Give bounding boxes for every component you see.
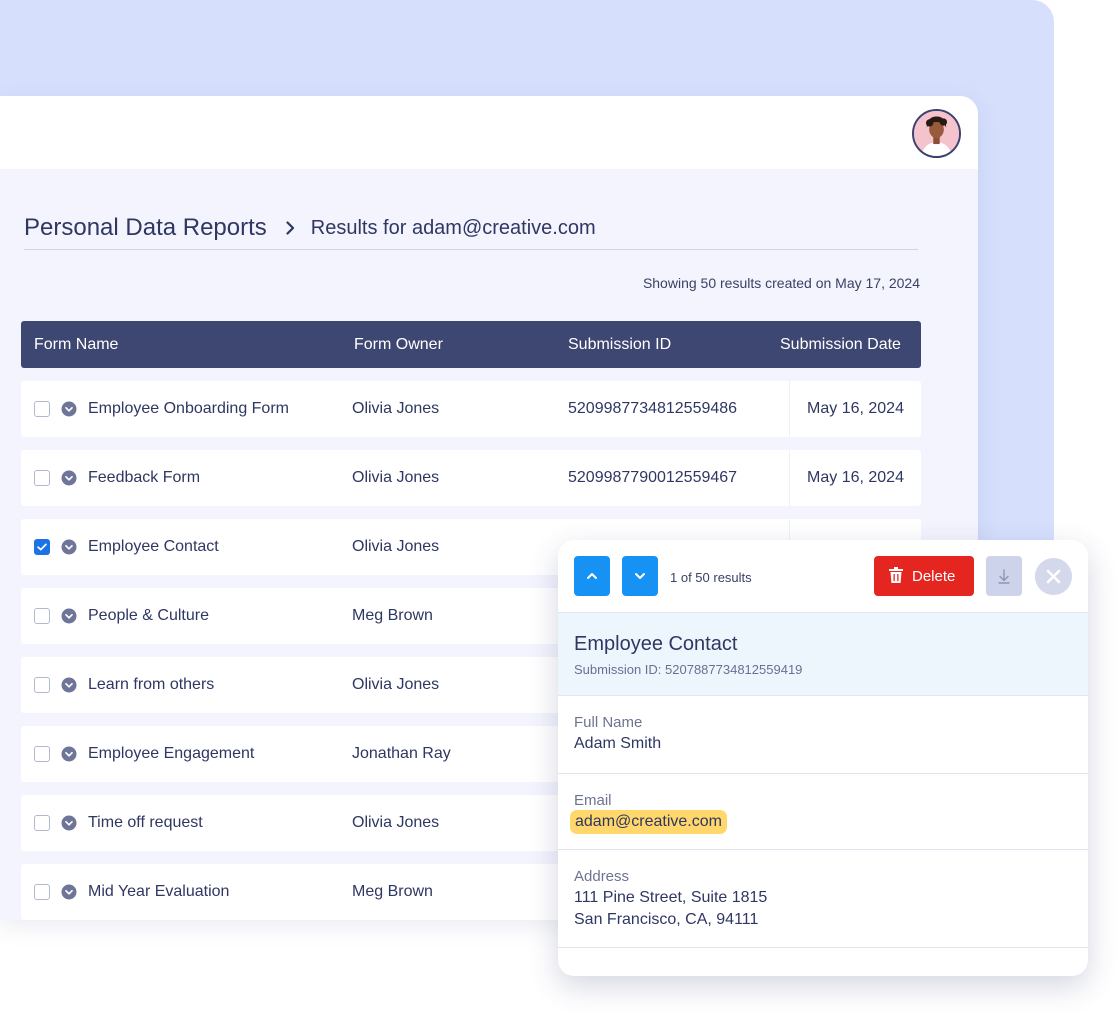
row-form-name: People & Culture xyxy=(88,607,209,624)
detail-submission-id: Submission ID: 5207887734812559419 xyxy=(574,662,803,677)
header-submission-date[interactable]: Submission Date xyxy=(780,336,901,354)
field-full-name: Full Name Adam Smith xyxy=(558,696,1088,774)
download-button[interactable] xyxy=(986,556,1022,596)
close-icon xyxy=(1046,569,1061,584)
row-form-name: Employee Onboarding Form xyxy=(88,400,289,417)
breadcrumb: Personal Data Reports Results for adam@c… xyxy=(24,214,596,242)
address-line-2: San Francisco, CA, 94111 xyxy=(574,911,759,928)
download-icon xyxy=(998,569,1010,584)
table-row[interactable]: Feedback Form Olivia Jones 520998779001255… xyxy=(21,450,921,506)
row-form-name: Time off request xyxy=(88,814,203,831)
avatar-portrait-icon xyxy=(914,111,959,156)
row-checkbox[interactable] xyxy=(34,746,50,762)
row-checkbox[interactable] xyxy=(34,815,50,831)
chevron-down-circle-icon[interactable] xyxy=(61,608,77,624)
row-form-owner: Olivia Jones xyxy=(352,538,440,555)
row-form-name: Employee Engagement xyxy=(88,745,255,762)
email-highlight: adam@creative.com xyxy=(570,810,727,834)
results-counter: 1 of 50 results xyxy=(670,570,752,585)
row-form-owner: Olivia Jones xyxy=(352,814,440,831)
row-checkbox[interactable] xyxy=(34,470,50,486)
app-header xyxy=(0,96,978,169)
header-form-name[interactable]: Form Name xyxy=(34,336,118,354)
row-form-name: Mid Year Evaluation xyxy=(88,883,230,900)
row-form-owner: Olivia Jones xyxy=(352,469,440,486)
field-value: Adam Smith xyxy=(574,735,662,752)
row-form-owner: Olivia Jones xyxy=(352,676,440,693)
row-submission-date: May 16, 2024 xyxy=(789,381,921,437)
row-submission-id: 5209987790012559467 xyxy=(568,469,738,486)
row-form-owner: Meg Brown xyxy=(352,883,433,900)
delete-button-label: Delete xyxy=(912,568,956,585)
previous-result-button[interactable] xyxy=(574,556,610,596)
detail-form-title: Employee Contact xyxy=(574,633,738,655)
close-button[interactable] xyxy=(1035,558,1072,595)
submission-detail-panel: 1 of 50 results Delete Employee Contact … xyxy=(558,540,1088,976)
field-label: Full Name xyxy=(574,714,643,731)
trash-icon xyxy=(889,567,903,583)
checkmark-icon xyxy=(37,543,47,551)
chevron-up-icon xyxy=(587,573,597,579)
chevron-down-circle-icon[interactable] xyxy=(61,470,77,486)
row-form-owner: Jonathan Ray xyxy=(352,745,451,762)
chevron-down-circle-icon[interactable] xyxy=(61,746,77,762)
chevron-down-icon xyxy=(635,573,645,579)
field-label: Address xyxy=(574,868,630,885)
breadcrumb-current: Results for adam@creative.com xyxy=(310,216,596,239)
field-address: Address 111 Pine Street, Suite 1815 San … xyxy=(558,850,1088,948)
row-submission-id: 5209987734812559486 xyxy=(568,400,738,417)
row-form-name: Learn from others xyxy=(88,676,215,693)
detail-title-section: Employee Contact Submission ID: 52078877… xyxy=(558,613,1088,696)
table-row[interactable]: Employee Onboarding Form Olivia Jones 5209… xyxy=(21,381,921,437)
chevron-down-circle-icon[interactable] xyxy=(61,677,77,693)
row-checkbox[interactable] xyxy=(34,884,50,900)
breadcrumb-root[interactable]: Personal Data Reports xyxy=(24,214,267,242)
chevron-down-circle-icon[interactable] xyxy=(61,401,77,417)
field-email: Email adam@creative.com xyxy=(558,774,1088,850)
row-checkbox[interactable] xyxy=(34,608,50,624)
chevron-down-circle-icon[interactable] xyxy=(61,539,77,555)
chevron-down-circle-icon[interactable] xyxy=(61,815,77,831)
row-form-name: Employee Contact xyxy=(88,538,219,555)
row-form-name: Feedback Form xyxy=(88,469,201,486)
header-submission-id[interactable]: Submission ID xyxy=(568,336,671,354)
delete-button[interactable]: Delete xyxy=(874,556,974,596)
row-checkbox[interactable] xyxy=(34,539,50,555)
user-avatar[interactable] xyxy=(912,109,961,158)
breadcrumb-divider xyxy=(24,249,918,250)
field-label: Email xyxy=(574,792,612,809)
detail-toolbar: 1 of 50 results Delete xyxy=(558,540,1088,613)
row-checkbox[interactable] xyxy=(34,401,50,417)
header-form-owner[interactable]: Form Owner xyxy=(354,336,443,354)
row-form-owner: Meg Brown xyxy=(352,607,433,624)
chevron-right-icon xyxy=(286,221,294,235)
row-checkbox[interactable] xyxy=(34,677,50,693)
table-header: Form Name Form Owner Submission ID Submi… xyxy=(21,321,921,368)
row-form-owner: Olivia Jones xyxy=(352,400,440,417)
results-summary: Showing 50 results created on May 17, 20… xyxy=(642,275,920,291)
next-result-button[interactable] xyxy=(622,556,658,596)
chevron-down-circle-icon[interactable] xyxy=(61,884,77,900)
row-submission-date: May 16, 2024 xyxy=(789,450,921,506)
address-line-1: 111 Pine Street, Suite 1815 xyxy=(574,889,768,906)
